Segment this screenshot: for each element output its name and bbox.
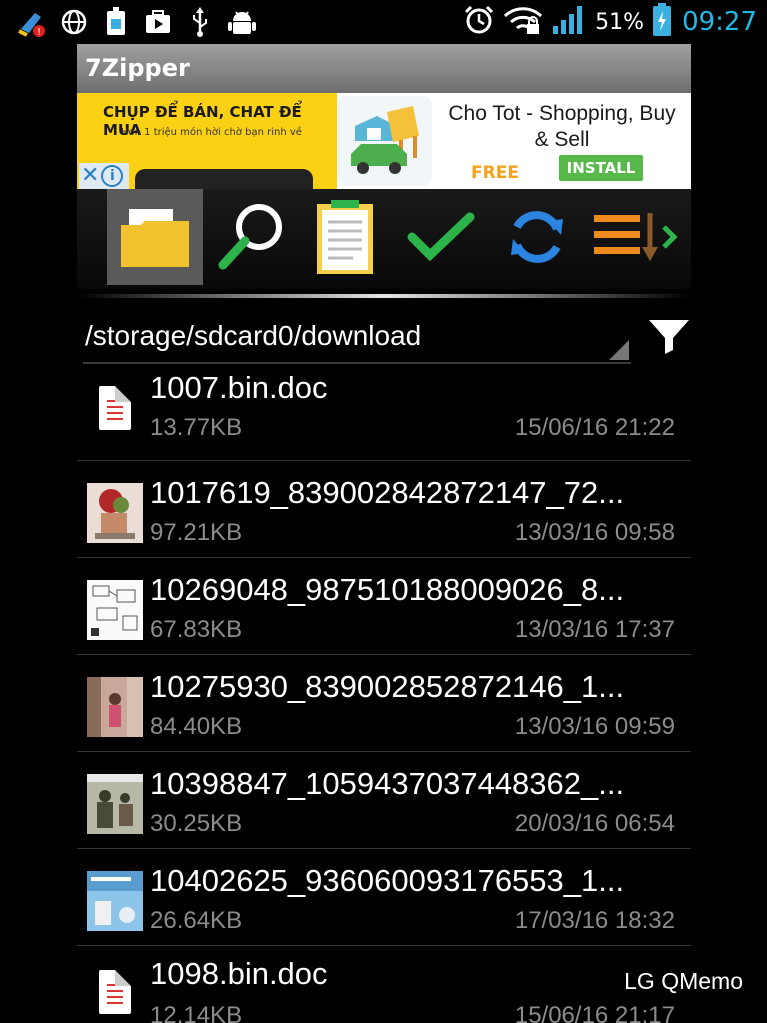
file-date: 20/03/16 06:54: [514, 810, 675, 837]
close-icon[interactable]: ✕: [81, 165, 99, 187]
ad-banner[interactable]: CHỤP ĐỂ BÁN, CHAT ĐỂ MUA Hơn 1 triệu món…: [77, 93, 691, 189]
path-bar: /storage/sdcard0/download: [77, 312, 691, 364]
file-name: 10275930_839002852872146_1...: [150, 669, 625, 704]
file-name: 1007.bin.doc: [150, 370, 328, 405]
file-row[interactable]: 10269048_987510188009026_8... 67.83KB 13…: [77, 558, 691, 655]
search-icon: [218, 204, 282, 270]
svg-text:!: !: [37, 27, 41, 37]
file-name: 1017619_839002842872147_72...: [150, 475, 625, 510]
signal-icon: [551, 4, 587, 40]
refresh-button[interactable]: [489, 189, 585, 285]
check-icon: [407, 212, 475, 262]
battery-percent: 51%: [595, 9, 645, 35]
file-date: 13/03/16 09:59: [514, 713, 675, 740]
file-date: 15/06/16 21:22: [514, 414, 675, 441]
file-name: 10402625_936060093176553_1...: [150, 863, 625, 898]
sort-icon: [594, 213, 678, 261]
app-title: 7Zipper: [85, 54, 190, 82]
file-date: 13/03/16 09:58: [514, 519, 675, 546]
file-date: 13/03/16 17:37: [514, 616, 675, 643]
ad-choices[interactable]: ✕ i: [79, 163, 129, 189]
file-size: 26.64KB: [150, 907, 243, 934]
file-row[interactable]: 10275930_839002852872146_1... 84.40KB 13…: [77, 655, 691, 752]
filter-button[interactable]: [647, 316, 691, 356]
globe-icon: [58, 6, 90, 38]
alarm-icon: [463, 4, 495, 40]
app-window: 7Zipper CHỤP ĐỂ BÁN, CHAT ĐỂ MUA Hơn 1 t…: [77, 44, 691, 1023]
file-size: 84.40KB: [150, 713, 243, 740]
ad-subline: Hơn 1 triệu món hời chờ bạn rinh về: [121, 127, 302, 138]
ad-app-logo[interactable]: [337, 93, 432, 189]
file-row[interactable]: 10398847_1059437037448362_... 30.25KB 20…: [77, 752, 691, 849]
ad-image[interactable]: CHỤP ĐỂ BÁN, CHAT ĐỂ MUA Hơn 1 triệu món…: [77, 93, 337, 189]
folder-icon: [121, 209, 189, 267]
image-thumbnail: [87, 677, 143, 737]
file-size: 67.83KB: [150, 616, 243, 643]
toolbar-divider: [77, 294, 691, 298]
info-icon[interactable]: i: [101, 165, 124, 187]
file-name: 10398847_1059437037448362_...: [150, 766, 625, 801]
status-bar: ! 51% 09:27: [0, 0, 767, 44]
file-row[interactable]: 1007.bin.doc 13.77KB 15/06/16 21:22: [77, 364, 691, 461]
image-thumbnail: [87, 580, 143, 640]
path-dropdown[interactable]: /storage/sdcard0/download: [83, 312, 631, 364]
shop-logo-icon: [351, 106, 419, 174]
file-size: 13.77KB: [150, 414, 243, 441]
file-name: 10269048_987510188009026_8...: [150, 572, 625, 607]
refresh-icon: [511, 211, 563, 263]
image-thumbnail: [87, 483, 143, 543]
file-row[interactable]: 1098.bin.doc 12.14KB 15/06/16 21:17: [77, 946, 691, 1023]
select-button[interactable]: [393, 189, 489, 285]
filter-icon: [649, 320, 689, 354]
folder-button[interactable]: [107, 189, 203, 285]
current-path: /storage/sdcard0/download: [85, 320, 422, 351]
document-icon: [99, 970, 131, 1014]
phone-graphic: [135, 169, 313, 189]
android-debug-icon: [226, 6, 258, 38]
search-button[interactable]: [205, 189, 301, 285]
image-thumbnail: [87, 871, 143, 931]
file-row[interactable]: 1017619_839002842872147_72... 97.21KB 13…: [77, 461, 691, 558]
file-size: 30.25KB: [150, 810, 243, 837]
file-date: 17/03/16 18:32: [514, 907, 675, 934]
cleaner-icon: !: [16, 6, 48, 38]
file-size: 97.21KB: [150, 519, 243, 546]
file-size: 12.14KB: [150, 1002, 243, 1023]
file-row[interactable]: 10402625_936060093176553_1... 26.64KB 17…: [77, 849, 691, 946]
sim-icon: [100, 6, 132, 38]
install-button[interactable]: INSTALL: [559, 155, 643, 181]
play-store-icon: [142, 6, 174, 38]
sort-button[interactable]: [587, 189, 683, 285]
battery-charging-icon: [652, 3, 672, 41]
usb-icon: [184, 6, 216, 38]
file-list[interactable]: 1007.bin.doc 13.77KB 15/06/16 21:22 1017…: [77, 364, 691, 1023]
wifi-icon: [503, 4, 543, 40]
dropdown-arrow-icon: [609, 340, 629, 360]
clock: 09:27: [682, 7, 757, 37]
clipboard-icon: [317, 200, 373, 274]
toolbar: [77, 189, 691, 289]
title-bar: 7Zipper: [77, 44, 691, 93]
file-name: 1098.bin.doc: [150, 956, 328, 991]
image-thumbnail: [87, 774, 143, 834]
file-date: 15/06/16 21:17: [514, 1002, 675, 1023]
document-icon: [99, 386, 131, 430]
ad-app-name[interactable]: Cho Tot - Shopping, Buy & Sell: [447, 101, 677, 153]
watermark: LG QMemo: [624, 968, 743, 994]
clipboard-button[interactable]: [297, 189, 393, 285]
ad-price: FREE: [471, 163, 519, 183]
